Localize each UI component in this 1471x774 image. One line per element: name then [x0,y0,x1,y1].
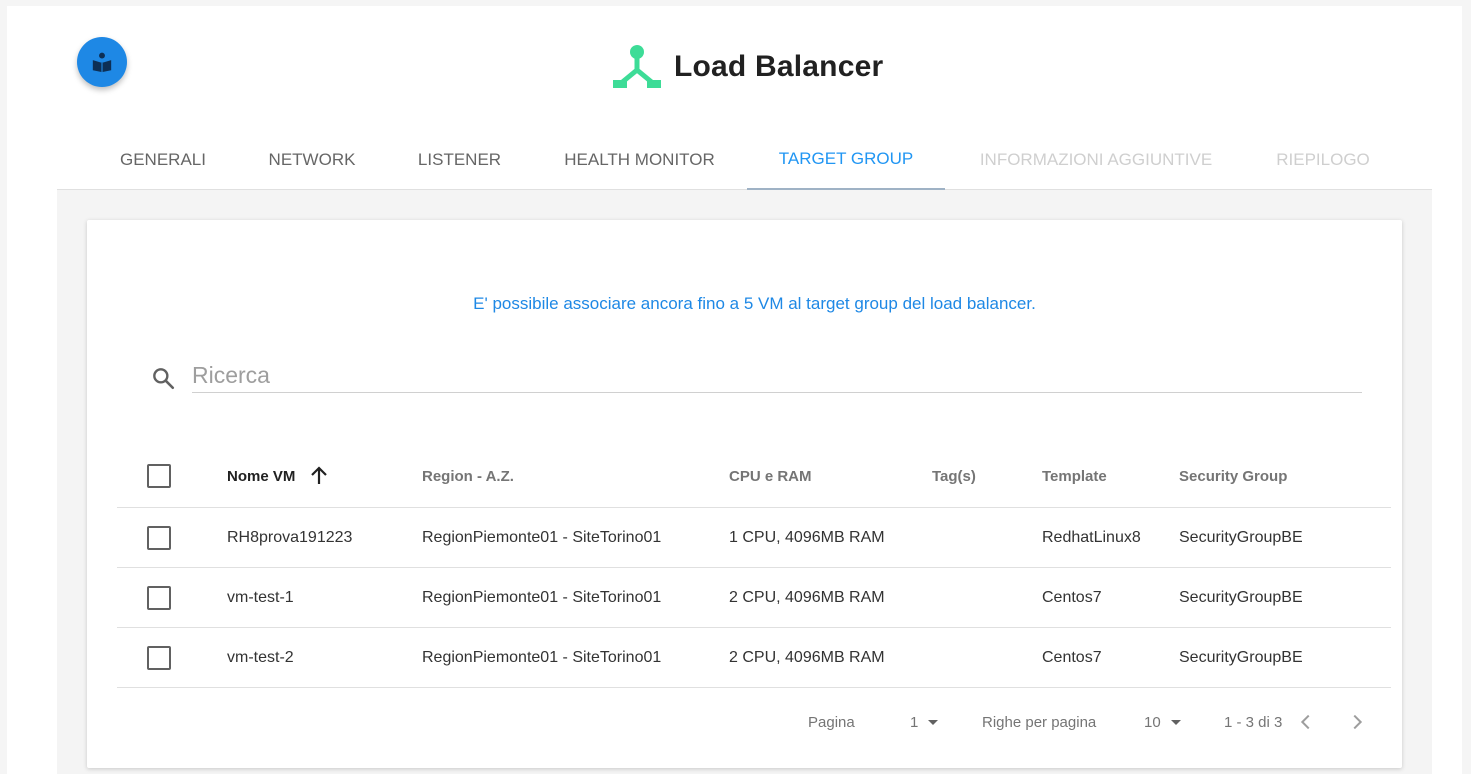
tab-health-monitor[interactable]: HEALTH MONITOR [537,130,742,190]
table-row[interactable]: vm-test-1 RegionPiemonte01 - SiteTorino0… [117,568,1391,628]
vm-template: Centos7 [1042,648,1102,666]
vm-region: RegionPiemonte01 - SiteTorino01 [422,588,662,606]
column-cpu-ram[interactable]: CPU e RAM [729,445,812,507]
vm-template: RedhatLinux8 [1042,528,1141,546]
page-range: 1 - 3 di 3 [1224,713,1283,731]
row-checkbox[interactable] [147,585,171,610]
tab-target-group[interactable]: TARGET GROUP [747,130,945,190]
tab-generali[interactable]: GENERALI [92,130,234,190]
tab-listener[interactable]: LISTENER [387,130,532,190]
row-checkbox[interactable] [147,525,171,550]
pagination: Pagina 1 Righe per pagina 10 1 - 3 di 3 [87,700,1402,744]
rows-per-page-value: 10 [1144,713,1161,731]
previous-page-button[interactable] [1295,700,1317,744]
vm-name: RH8prova191223 [227,528,353,546]
target-group-card: E' possibile associare ancora fino a 5 V… [87,220,1402,768]
page-title: Load Balancer [674,50,884,83]
column-label: Nome VM [227,467,296,485]
column-security-group[interactable]: Security Group [1179,445,1287,507]
column-tags[interactable]: Tag(s) [932,445,976,507]
tab-informazioni-aggiuntive: INFORMAZIONI AGGIUNTIVE [979,150,1213,169]
rows-per-page-label: Righe per pagina [982,713,1097,731]
page-header: Load Balancer [612,42,883,92]
vm-name: vm-test-2 [227,648,294,666]
select-all-checkbox[interactable] [147,464,171,488]
vm-security-group: SecurityGroupBE [1179,648,1303,666]
page-select[interactable]: 1 [910,700,939,744]
search-input[interactable] [192,358,1362,393]
select-all-cell [147,445,171,507]
tab-network[interactable]: NETWORK [242,130,382,190]
column-nome-vm[interactable]: Nome VM [227,445,331,507]
wizard-tabs: GENERALI NETWORK LISTENER HEALTH MONITOR… [57,130,1432,190]
book-reader-icon [92,52,112,73]
vm-cpu-ram: 2 CPU, 4096MB RAM [729,648,885,666]
info-message: E' possibile associare ancora fino a 5 V… [473,294,1036,313]
rows-per-page-select[interactable]: 10 [1144,700,1181,744]
vm-cpu-ram: 2 CPU, 4096MB RAM [729,588,885,606]
column-template[interactable]: Template [1042,445,1107,507]
vm-security-group: SecurityGroupBE [1179,528,1303,546]
chevron-down-icon [928,719,939,725]
page-label: Pagina [808,713,855,731]
page-value: 1 [910,713,919,731]
sort-ascending-icon [311,466,328,484]
search-icon [153,368,175,390]
vm-region: RegionPiemonte01 - SiteTorino01 [422,648,662,666]
vm-template: Centos7 [1042,588,1102,606]
table-row[interactable]: vm-test-2 RegionPiemonte01 - SiteTorino0… [117,628,1391,688]
help-button[interactable] [77,37,127,87]
load-balancer-icon [613,45,661,88]
vm-security-group: SecurityGroupBE [1179,588,1303,606]
row-checkbox[interactable] [147,645,171,670]
tab-riepilogo: RIEPILOGO [1276,150,1370,169]
next-page-button[interactable] [1346,700,1368,744]
vm-cpu-ram: 1 CPU, 4096MB RAM [729,528,885,546]
table-row[interactable]: RH8prova191223 RegionPiemonte01 - SiteTo… [117,508,1391,568]
vm-name: vm-test-1 [227,588,294,606]
chevron-right-icon [1353,714,1363,730]
vm-region: RegionPiemonte01 - SiteTorino01 [422,528,662,546]
vm-table: Nome VM Region - A.Z. CPU e RAM Tag(s) T… [117,445,1391,688]
table-header-row: Nome VM Region - A.Z. CPU e RAM Tag(s) T… [117,445,1391,508]
chevron-down-icon [1170,719,1181,725]
column-region[interactable]: Region - A.Z. [422,445,514,507]
chevron-left-icon [1300,714,1310,730]
